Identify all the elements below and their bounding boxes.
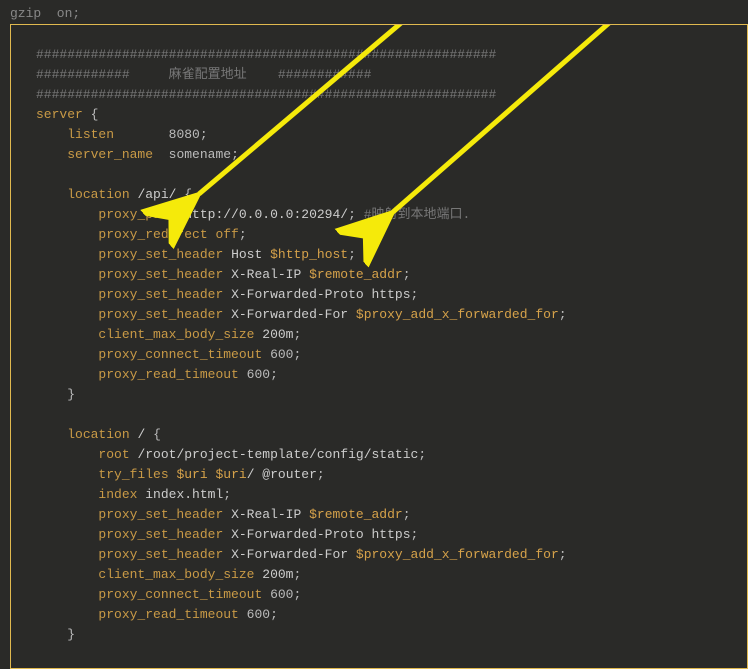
nginx-config-code: ########################################… xyxy=(36,45,747,645)
code-block-frame: ########################################… xyxy=(10,24,748,669)
code-fragment-top: gzip on; xyxy=(10,4,748,24)
